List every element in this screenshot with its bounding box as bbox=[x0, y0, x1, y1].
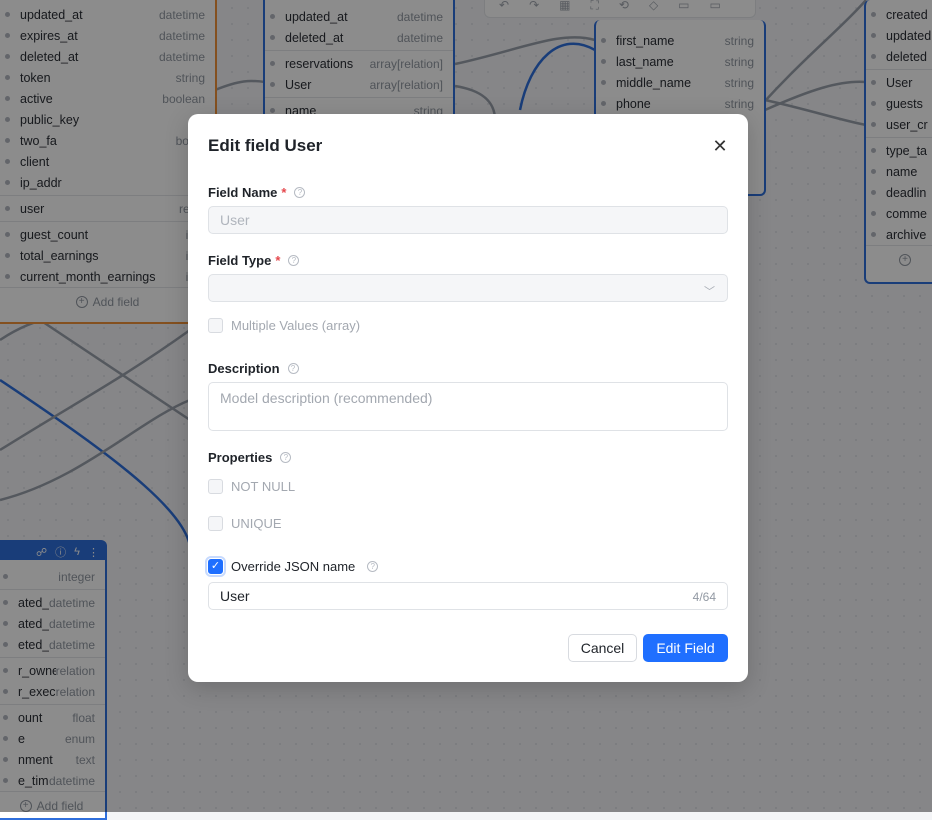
close-icon[interactable]: ✕ bbox=[710, 136, 730, 156]
field-name-label-text: Field Name bbox=[208, 185, 278, 200]
unique-checkbox[interactable]: UNIQUE bbox=[208, 516, 282, 531]
help-icon[interactable]: ? bbox=[367, 561, 379, 572]
required-mark: * bbox=[281, 185, 287, 200]
override-json-label: Override JSON name bbox=[231, 559, 356, 574]
chevron-down-icon: ﹀ bbox=[704, 286, 715, 298]
required-mark: * bbox=[275, 253, 281, 268]
help-icon[interactable]: ? bbox=[287, 363, 299, 374]
description-textarea[interactable]: Model description (recommended) bbox=[208, 382, 728, 431]
not-null-label: NOT NULL bbox=[231, 479, 296, 494]
edit-field-dialog: Edit field User ✕ Field Name *? User Fiel… bbox=[188, 114, 748, 682]
properties-label-text: Properties bbox=[208, 450, 273, 465]
unique-label: UNIQUE bbox=[231, 516, 282, 531]
field-name-input[interactable]: User bbox=[208, 206, 728, 234]
char-counter: 4/64 bbox=[692, 590, 716, 604]
multiple-values-label: Multiple Values (array) bbox=[231, 318, 361, 333]
field-name-label: Field Name *? bbox=[208, 185, 306, 200]
help-icon[interactable]: ? bbox=[288, 255, 300, 266]
help-icon[interactable]: ? bbox=[294, 187, 306, 198]
json-name-input[interactable]: User 4/64 bbox=[208, 582, 728, 610]
cancel-button[interactable]: Cancel bbox=[568, 634, 637, 662]
multiple-values-checkbox[interactable]: Multiple Values (array) bbox=[208, 318, 360, 333]
edit-field-button[interactable]: Edit Field bbox=[643, 634, 728, 662]
checkbox-box[interactable] bbox=[208, 318, 223, 333]
field-type-label-text: Field Type bbox=[208, 253, 272, 268]
not-null-checkbox[interactable]: NOT NULL bbox=[208, 479, 295, 494]
help-icon[interactable]: ? bbox=[280, 452, 292, 463]
checkbox-box[interactable] bbox=[208, 479, 223, 494]
description-label: Description? bbox=[208, 361, 299, 376]
properties-label: Properties? bbox=[208, 450, 292, 465]
field-type-label: Field Type *? bbox=[208, 253, 300, 268]
dialog-title: Edit field User bbox=[208, 136, 323, 155]
field-name-placeholder: User bbox=[220, 212, 250, 228]
override-json-checkbox[interactable]: ✓ Override JSON name ? bbox=[205, 556, 379, 577]
json-name-value: User bbox=[220, 588, 250, 604]
description-placeholder: Model description (recommended) bbox=[220, 390, 433, 406]
checkbox-box[interactable] bbox=[208, 516, 223, 531]
check-icon[interactable]: ✓ bbox=[205, 556, 226, 577]
field-type-select[interactable]: ﹀ bbox=[208, 274, 728, 302]
description-label-text: Description bbox=[208, 361, 280, 376]
